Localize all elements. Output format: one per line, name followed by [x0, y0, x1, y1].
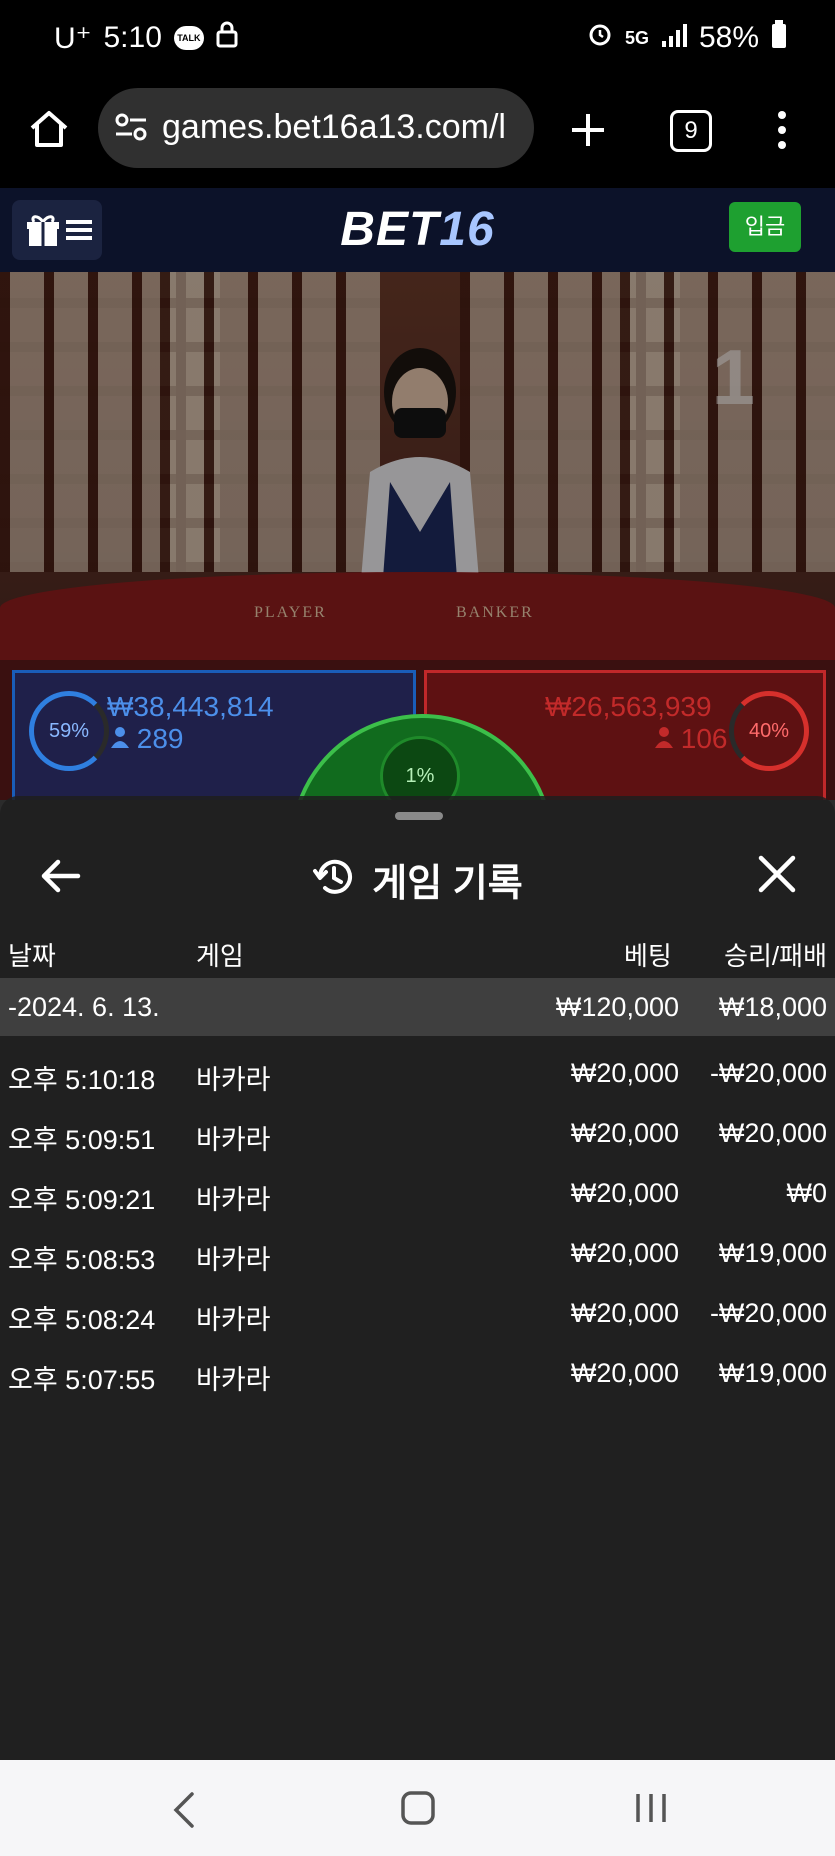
row-time: 오후 5:09:51 — [8, 1125, 156, 1155]
player-count: 289 — [136, 723, 184, 754]
sheet-header: 게임 기록 — [0, 832, 835, 924]
history-column-headers: 날짜 게임 베팅 승리/패배 — [0, 926, 835, 976]
row-game: 바카라 — [196, 1185, 271, 1215]
player-percent: 59% — [48, 720, 90, 742]
row-game: 바카라 — [196, 1365, 271, 1395]
row-result: ₩0 — [786, 1178, 828, 1208]
summary-bet: ₩120,000 — [555, 992, 679, 1022]
row-bet: ₩20,000 — [570, 1298, 679, 1328]
row-bet: ₩20,000 — [570, 1238, 679, 1268]
logo-text-16: 16 — [439, 203, 495, 256]
row-game: 바카라 — [196, 1245, 271, 1275]
sheet-drag-handle[interactable] — [395, 812, 443, 820]
column-result: 승리/패배 — [724, 941, 827, 971]
banker-percent: 40% — [748, 720, 790, 742]
user-icon — [655, 723, 681, 754]
row-time: 오후 5:07:55 — [8, 1365, 156, 1395]
site-header: BET16 입금 — [0, 188, 835, 272]
nav-recents-icon[interactable] — [634, 1790, 668, 1836]
summary-result: ₩18,000 — [718, 992, 827, 1022]
row-time: 오후 5:09:21 — [8, 1185, 156, 1215]
row-result: ₩19,000 — [718, 1238, 827, 1268]
logo-text-bet: BET — [340, 203, 440, 256]
system-nav-bar — [0, 1760, 835, 1856]
history-row[interactable]: 오후 5:08:24 바카라 ₩20,000 -₩20,000 — [0, 1284, 835, 1342]
new-tab-icon[interactable] — [568, 110, 608, 155]
battery-percent: 58% — [698, 21, 759, 54]
site-settings-icon[interactable] — [114, 112, 148, 147]
talk-icon: TALK — [173, 26, 204, 50]
site-logo[interactable]: BET16 — [0, 202, 835, 257]
row-bet: ₩20,000 — [570, 1118, 679, 1148]
row-bet: ₩20,000 — [570, 1178, 679, 1208]
clock: 5:10 — [103, 21, 162, 54]
nav-home-icon[interactable] — [400, 1790, 436, 1836]
row-game: 바카라 — [196, 1065, 271, 1095]
player-amount: ₩38,443,814 — [107, 691, 274, 722]
tab-switcher-button[interactable]: 9 — [670, 110, 712, 152]
battery-icon — [771, 20, 787, 56]
row-bet: ₩20,000 — [570, 1358, 679, 1388]
talk-badge-text: TALK — [177, 33, 201, 43]
player-percent-ring: 59% — [29, 691, 109, 771]
row-result: -₩20,000 — [709, 1298, 827, 1328]
alarm-icon — [587, 21, 613, 55]
banker-count-row: 106 — [655, 723, 728, 755]
game-video: 1 PLAYER BANKER — [0, 272, 835, 692]
history-row[interactable]: 오후 5:07:55 바카라 ₩20,000 ₩19,000 — [0, 1344, 835, 1402]
browser-toolbar: games.bet16a13.com/l 9 — [0, 80, 835, 188]
nav-back-icon[interactable] — [172, 1790, 196, 1840]
row-game: 바카라 — [196, 1125, 271, 1155]
column-game: 게임 — [196, 941, 244, 971]
history-row[interactable]: 오후 5:10:18 바카라 ₩20,000 -₩20,000 — [0, 1044, 835, 1102]
row-result: ₩20,000 — [718, 1118, 827, 1148]
row-result: ₩19,000 — [718, 1358, 827, 1388]
sheet-title: 게임 기록 — [372, 863, 523, 905]
close-icon[interactable] — [755, 852, 799, 896]
carrier-label: U⁺ — [54, 21, 92, 55]
game-history-sheet: 게임 기록 날짜 게임 베팅 승리/패배 -2024. 6. 13. ₩120,… — [0, 796, 835, 1760]
date-summary-row[interactable]: -2024. 6. 13. ₩120,000 ₩18,000 — [0, 978, 835, 1036]
banker-amount: ₩26,563,939 — [545, 691, 712, 722]
summary-date: -2024. 6. 13. — [8, 992, 160, 1022]
row-time: 오후 5:08:24 — [8, 1305, 156, 1335]
history-icon — [312, 855, 356, 904]
tab-count: 9 — [684, 117, 698, 144]
row-game: 바카라 — [196, 1305, 271, 1335]
url-field[interactable]: games.bet16a13.com/l — [98, 88, 534, 168]
lock-icon — [216, 20, 238, 56]
row-time: 오후 5:10:18 — [8, 1065, 156, 1095]
banker-count: 106 — [680, 723, 728, 754]
sheet-title-group: 게임 기록 — [0, 852, 835, 907]
home-icon[interactable] — [28, 108, 70, 155]
more-menu-icon[interactable] — [776, 110, 788, 155]
row-result: -₩20,000 — [709, 1058, 827, 1088]
row-bet: ₩20,000 — [570, 1058, 679, 1088]
player-count-row: 289 — [111, 723, 184, 755]
column-bet: 베팅 — [624, 941, 672, 971]
history-row[interactable]: 오후 5:09:51 바카라 ₩20,000 ₩20,000 — [0, 1104, 835, 1162]
banker-percent-ring: 40% — [729, 691, 809, 771]
deposit-button[interactable]: 입금 — [729, 202, 801, 252]
history-row[interactable]: 오후 5:08:53 바카라 ₩20,000 ₩19,000 — [0, 1224, 835, 1282]
bet-summary-area: 59% ₩38,443,814 289 ₩26,563,939 106 40% … — [0, 660, 835, 978]
column-date: 날짜 — [8, 941, 56, 971]
status-left: U⁺ 5:10 TALK — [54, 20, 238, 56]
history-row[interactable]: 오후 5:09:21 바카라 ₩20,000 ₩0 — [0, 1164, 835, 1222]
signal-icon — [661, 21, 687, 55]
user-icon — [111, 723, 137, 754]
status-right: 5G 58% — [587, 20, 787, 56]
row-time: 오후 5:08:53 — [8, 1245, 156, 1275]
network-label: 5G — [624, 27, 649, 48]
url-text: games.bet16a13.com/l — [162, 108, 506, 146]
status-bar: U⁺ 5:10 TALK 5G 58% — [0, 0, 835, 80]
